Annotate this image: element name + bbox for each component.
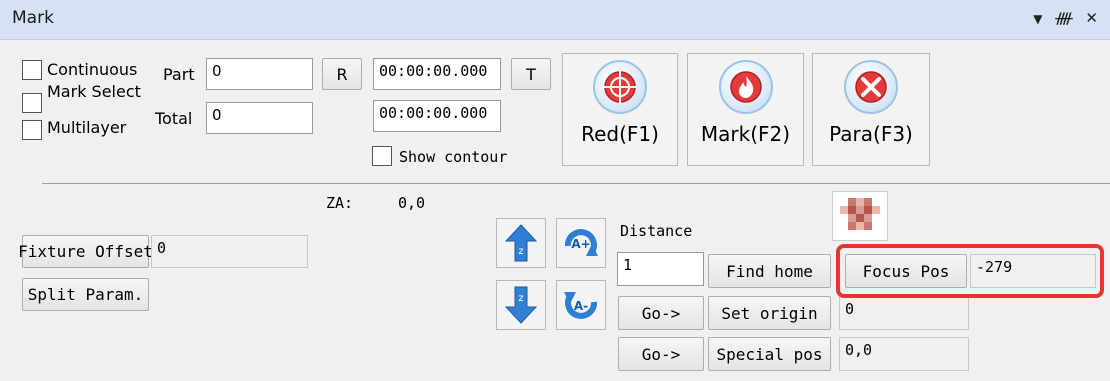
set-origin-button[interactable]: Set origin [708,296,831,330]
distance-label: Distance [620,222,693,240]
svg-text:A-: A- [574,299,588,313]
special-pos-field: 0,0 [839,337,969,371]
fixture-offset-button[interactable]: Fixture Offset [18,235,153,268]
distance-field[interactable]: 1 [617,252,704,286]
mark-select-checkbox[interactable] [22,93,42,113]
red-label: Red(F1) [581,122,659,146]
para-label: Para(F3) [829,122,913,146]
show-contour-label: Show contour [399,148,508,166]
part-field[interactable]: 0 [206,58,313,90]
za-label: ZA: [326,194,354,212]
fixture-offset-field: 0 [151,235,308,268]
reset-button[interactable]: R [322,58,362,90]
a-minus-button[interactable]: A- [556,280,606,330]
special-pos-button[interactable]: Special pos [708,337,831,371]
multilayer-label: Multilayer [47,118,127,137]
show-contour-checkbox[interactable] [372,146,392,166]
title-bar: Mark ▼ ᚎ ✕ [0,0,1110,40]
origin-field: 0 [839,296,969,330]
separator [42,183,1110,184]
continuous-checkbox[interactable] [22,60,42,80]
time-reset-button[interactable]: T [511,58,551,90]
go-button-2[interactable]: Go-> [618,337,704,371]
title-bar-icons: ▼ ᚎ ✕ [1033,9,1102,27]
total-field[interactable]: 0 [206,102,313,134]
time-field-1: 00:00:00.000 [373,58,501,90]
svg-text:A+: A+ [571,237,590,251]
za-value: 0,0 [398,194,426,212]
multilayer-checkbox[interactable] [22,120,42,140]
split-param-button[interactable]: Split Param. [22,278,149,311]
svg-text:z: z [518,246,523,257]
focus-highlight [836,244,1104,298]
flame-icon [718,60,773,114]
checker-icon[interactable] [832,191,888,241]
z-down-button[interactable]: z [496,280,546,330]
part-label: Part [163,65,195,84]
arrow-down-icon: z [504,286,538,324]
mark-label: Mark(F2) [700,122,791,146]
tools-icon [844,60,898,114]
svg-text:z: z [518,293,523,304]
mark-select-label: Mark Select [47,82,141,101]
find-home-button[interactable]: Find home [708,254,831,288]
window-title: Mark [12,8,54,28]
close-icon[interactable]: ✕ [1085,9,1102,27]
time-field-2: 00:00:00.000 [373,100,501,132]
rotate-a-minus-icon: A- [564,292,598,319]
para-button[interactable]: Para(F3) [812,53,930,166]
a-plus-button[interactable]: A+ [556,218,606,268]
z-up-button[interactable]: z [496,218,546,268]
rotate-a-plus-icon: A+ [564,229,598,256]
target-icon [593,60,647,114]
mark-button[interactable]: Mark(F2) [687,53,804,166]
red-button[interactable]: Red(F1) [562,53,678,166]
arrow-up-icon: z [504,224,538,262]
go-button-1[interactable]: Go-> [618,296,704,330]
pin-icon[interactable]: ᚎ [1055,9,1076,27]
continuous-label: Continuous [47,60,138,79]
total-label: Total [155,109,193,128]
dropdown-icon[interactable]: ▼ [1033,12,1046,26]
